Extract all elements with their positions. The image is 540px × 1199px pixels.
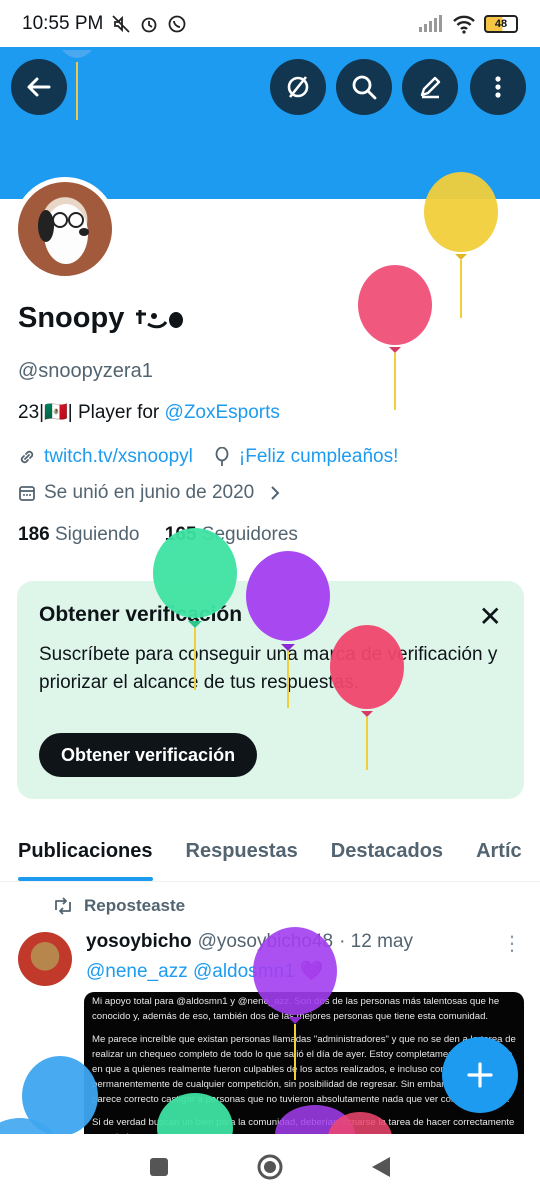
followers-label[interactable]: Seguidores: [202, 524, 298, 545]
profile-banner: [0, 47, 540, 199]
muted-words-button[interactable]: [270, 59, 326, 115]
birthday-link[interactable]: ¡Feliz cumpleaños!: [239, 446, 398, 468]
recents-icon[interactable]: [148, 1156, 170, 1178]
repost-icon: [55, 897, 71, 915]
bio-mention-link[interactable]: @ZoxEsports: [165, 402, 280, 423]
balloon-pink-right: [358, 265, 432, 410]
chevron-right-icon[interactable]: [266, 484, 284, 502]
tab-articulos[interactable]: Artíc: [476, 826, 522, 881]
edit-profile-button[interactable]: [402, 59, 458, 115]
profile-joined: Se unió en junio de 2020: [18, 482, 284, 504]
post-image-paragraph: Si de verdad buscan un bien para la comu…: [92, 1117, 515, 1134]
profile-handle: @snoopyzera1: [18, 360, 153, 382]
alarm-icon: [141, 17, 157, 32]
profile-name: Snoopy: [18, 302, 186, 335]
post-author-avatar[interactable]: [18, 932, 72, 986]
following-label[interactable]: Siguiendo: [55, 524, 140, 545]
back-nav-icon[interactable]: [370, 1155, 392, 1179]
compose-post-button[interactable]: [442, 1037, 518, 1113]
whatsapp-icon: [168, 15, 186, 32]
post-more-icon[interactable]: ⋮: [502, 931, 522, 956]
edit-icon: [420, 76, 441, 99]
repost-indicator: Reposteaste: [52, 896, 185, 916]
post-author-handle[interactable]: @yosoybicho48: [198, 931, 333, 953]
profile-tabs: Publicaciones Respuestas Destacados Artí…: [0, 826, 540, 882]
post-image-paragraph: Mi apoyo total para @aldosmn1 y @nene_az…: [92, 996, 500, 1022]
snoopy-avatar-image: [38, 204, 89, 264]
post-date[interactable]: · 12 may: [339, 931, 413, 953]
following-count[interactable]: 186: [18, 524, 50, 545]
battery-icon: 48: [484, 14, 518, 33]
close-icon[interactable]: ✕: [479, 603, 502, 631]
no-filter-icon: [287, 76, 309, 98]
verification-card: Obtener verificación ✕ Suscríbete para c…: [17, 581, 524, 799]
mute-icon: [112, 14, 130, 33]
game-controller-icon: [136, 309, 184, 328]
verification-card-title: Obtener verificación: [39, 603, 243, 626]
profile-bio: 23|🇲🇽| Player for @ZoxEsports: [18, 400, 280, 424]
back-button[interactable]: [11, 59, 67, 115]
tab-destacados[interactable]: Destacados: [331, 826, 443, 881]
status-time: 10:55 PM: [22, 12, 104, 34]
system-navigation-bar: [0, 1134, 540, 1199]
search-icon: [352, 75, 377, 100]
more-options-button[interactable]: [470, 59, 526, 115]
followers-count[interactable]: 165: [165, 524, 197, 545]
tab-publicaciones[interactable]: Publicaciones: [18, 826, 153, 881]
link-icon: [20, 450, 34, 464]
arrow-left-icon: [27, 77, 51, 97]
verification-card-body: Suscríbete para conseguir una marca de v…: [39, 644, 498, 693]
joined-date: Se unió en junio de 2020: [44, 482, 255, 503]
search-button[interactable]: [336, 59, 392, 115]
plus-icon: [467, 1062, 493, 1088]
home-icon[interactable]: [256, 1153, 284, 1181]
balloon-icon: [215, 447, 229, 466]
status-bar: 10:55 PM 48: [0, 0, 540, 47]
bio-text: 23|🇲🇽| Player for: [18, 402, 165, 423]
website-link[interactable]: twitch.tv/xsnoopyl: [44, 446, 193, 468]
display-name: Snoopy: [18, 302, 125, 334]
post-header: yosoybicho @yosoybicho48 · 12 may: [86, 931, 413, 953]
follow-stats: 186 Siguiendo 165 Seguidores: [18, 524, 298, 546]
post-mentions[interactable]: @nene_azz @aldosmn1 💜: [86, 959, 324, 983]
post-author-name[interactable]: yosoybicho: [86, 931, 192, 953]
calendar-icon: [19, 486, 35, 501]
profile-meta-links: twitch.tv/xsnoopyl ¡Feliz cumpleaños!: [18, 446, 398, 468]
get-verified-button[interactable]: Obtener verificación: [39, 733, 258, 777]
signal-icon: [419, 14, 442, 32]
repost-label: Reposteaste: [84, 896, 186, 915]
more-vertical-icon: [495, 76, 501, 98]
wifi-icon: [453, 15, 475, 34]
profile-avatar[interactable]: [13, 177, 117, 281]
tab-respuestas[interactable]: Respuestas: [186, 826, 298, 881]
